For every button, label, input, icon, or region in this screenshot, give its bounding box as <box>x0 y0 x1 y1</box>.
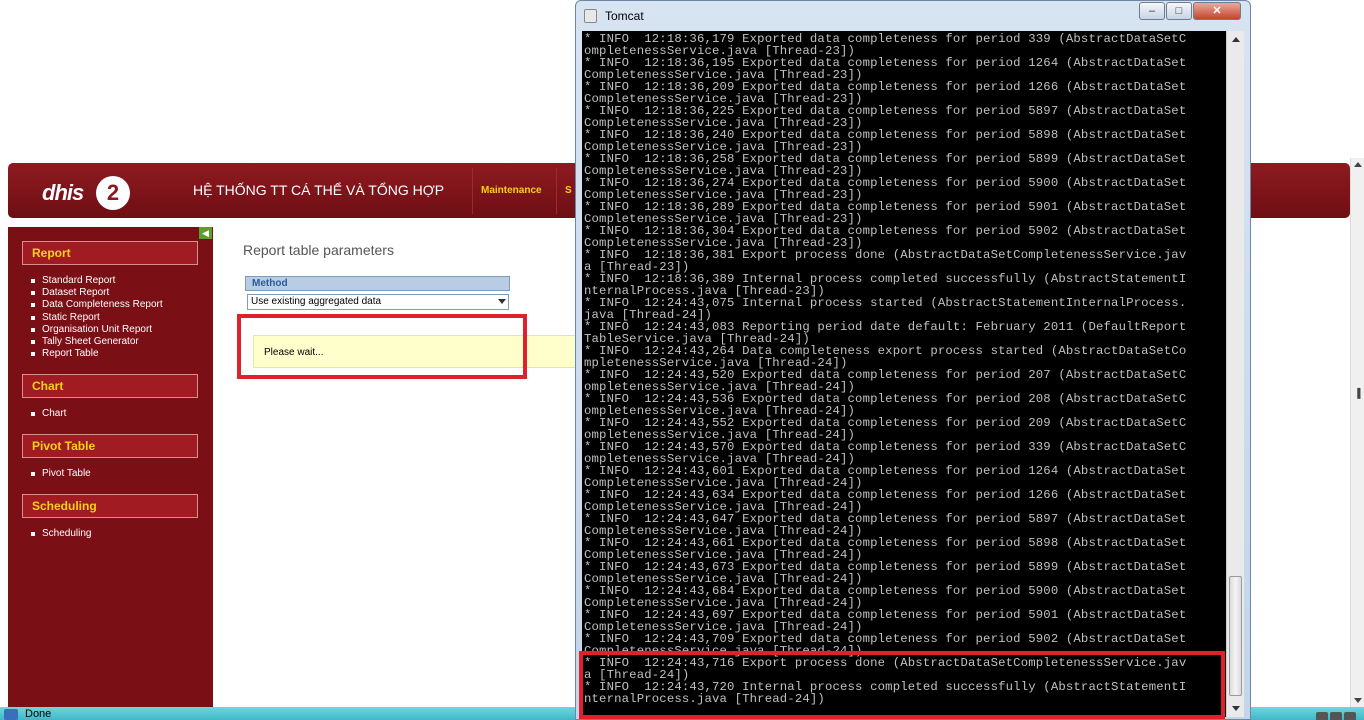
page-scrollbar[interactable]: ▐ <box>1350 158 1364 707</box>
close-button[interactable]: ✕ <box>1193 2 1241 20</box>
page-title: Report table parameters <box>243 242 394 258</box>
app-header-right <box>1245 163 1350 218</box>
sidebar-item-pivot-table[interactable]: Pivot Table <box>31 468 91 480</box>
maximize-button[interactable]: □ <box>1166 2 1192 20</box>
scroll-down-icon[interactable] <box>1354 698 1362 703</box>
scroll-grip-icon[interactable]: ▐ <box>1354 388 1360 398</box>
chevron-down-icon[interactable] <box>498 299 506 304</box>
sidebar-list-report: Standard Report Dataset Report Data Comp… <box>31 275 163 360</box>
tray-icon-1[interactable] <box>1316 712 1328 720</box>
sidebar-heading-report[interactable]: Report <box>22 241 198 265</box>
logo-text: dhis <box>42 180 84 205</box>
console-lines: * INFO 12:18:36,179 Exported data comple… <box>584 33 1224 705</box>
sidebar-item-standard-report[interactable]: Standard Report <box>31 275 163 287</box>
menu-maintenance[interactable]: Maintenance <box>472 168 550 214</box>
sidebar-list-pivot-table: Pivot Table <box>31 468 91 480</box>
sidebar-heading-pivot-table[interactable]: Pivot Table <box>22 434 198 458</box>
window-title: Tomcat <box>605 9 644 23</box>
method-select-value: Use existing aggregated data <box>251 296 382 307</box>
app-title: HỆ THỐNG TT CÁ THỂ VÀ TỔNG HỢP <box>193 182 445 198</box>
highlight-box-console <box>579 651 1225 719</box>
scroll-up-icon[interactable] <box>1232 37 1240 42</box>
sidebar-heading-scheduling[interactable]: Scheduling <box>22 494 198 518</box>
status-text: Done <box>25 708 52 720</box>
sidebar-item-static-report[interactable]: Static Report <box>31 312 163 324</box>
highlight-box-wait <box>237 314 527 379</box>
method-select[interactable]: Use existing aggregated data <box>247 294 509 310</box>
tomcat-console-window[interactable]: Tomcat – □ ✕ * INFO 12:18:36,179 Exporte… <box>575 0 1251 720</box>
sidebar-item-scheduling[interactable]: Scheduling <box>31 528 91 540</box>
minimize-button[interactable]: – <box>1139 2 1165 20</box>
dhis-logo[interactable]: dhis 2 <box>42 176 134 210</box>
sidebar-item-tally-sheet-generator[interactable]: Tally Sheet Generator <box>31 336 163 348</box>
tray-icon-3[interactable] <box>1344 712 1356 720</box>
sidebar-item-chart[interactable]: Chart <box>31 408 66 420</box>
scroll-thumb[interactable] <box>1229 576 1242 696</box>
console-output[interactable]: * INFO 12:18:36,179 Exported data comple… <box>582 31 1226 717</box>
method-label: Method <box>245 276 510 291</box>
scroll-up-icon[interactable] <box>1354 162 1362 167</box>
tray-icon-2[interactable] <box>1330 712 1342 720</box>
collapse-sidebar-icon[interactable]: ◀ <box>199 227 212 239</box>
system-tray <box>1316 709 1358 720</box>
sidebar-item-report-table[interactable]: Report Table <box>31 348 163 360</box>
sidebar-item-data-completeness-report[interactable]: Data Completeness Report <box>31 299 163 311</box>
page-status-icon <box>4 709 18 720</box>
scroll-down-icon[interactable] <box>1232 706 1240 711</box>
console-scrollbar[interactable] <box>1226 31 1244 717</box>
sidebar-list-chart: Chart <box>31 408 66 420</box>
logo-mark: 2 <box>96 176 130 210</box>
sidebar-list-scheduling: Scheduling <box>31 528 91 540</box>
console-window-icon[interactable] <box>584 9 597 23</box>
sidebar-item-dataset-report[interactable]: Dataset Report <box>31 287 163 299</box>
sidebar-item-organisation-unit-report[interactable]: Organisation Unit Report <box>31 324 163 336</box>
sidebar-heading-chart[interactable]: Chart <box>22 374 198 398</box>
